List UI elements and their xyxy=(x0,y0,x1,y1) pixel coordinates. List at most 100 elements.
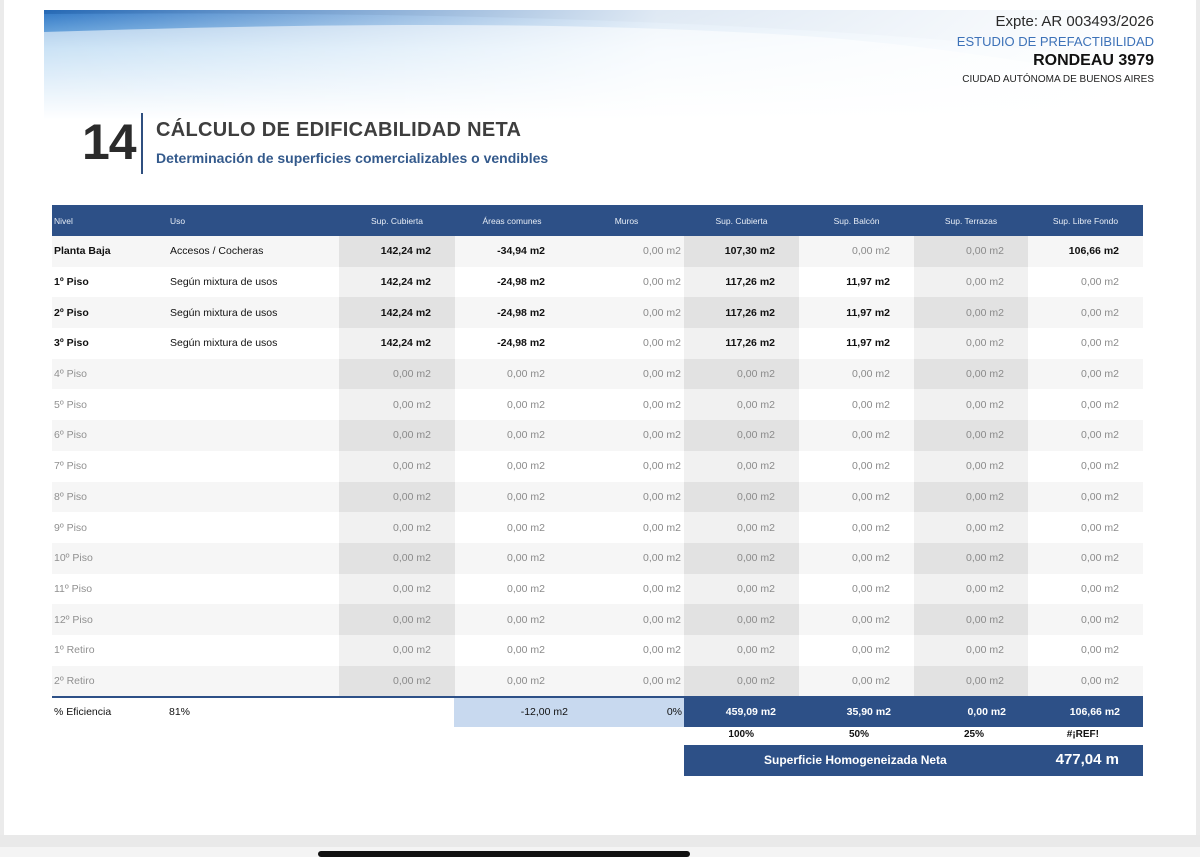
cell-areas-comunes: 0,00 m2 xyxy=(455,604,569,635)
cell-balcon: 0,00 m2 xyxy=(799,542,914,574)
cell-muros: 0,00 m2 xyxy=(569,328,684,359)
cell-uso xyxy=(168,512,339,543)
cell-terrazas: 0,00 m2 xyxy=(914,542,1028,574)
section-number: 14 xyxy=(82,114,137,170)
cell-libre-fondo: 0,00 m2 xyxy=(1028,297,1143,329)
section-title: CÁLCULO DE EDIFICABILIDAD NETA xyxy=(156,119,522,141)
cell-areas-comunes: 0,00 m2 xyxy=(455,420,569,451)
cell-areas-comunes: -24,98 m2 xyxy=(455,266,569,298)
cell-balcon: 0,00 m2 xyxy=(799,512,914,543)
cell-nivel: 7º Piso xyxy=(52,450,168,482)
cell-nivel: 4º Piso xyxy=(52,358,168,390)
total-terrazas: 0,00 m2 xyxy=(891,698,1006,727)
cell-muros: 0,00 m2 xyxy=(569,542,684,574)
table-row: 5º Piso 0,00 m2 0,00 m2 0,00 m2 0,00 m2 … xyxy=(52,389,1143,421)
cell-muros: 0,00 m2 xyxy=(569,297,684,329)
cell-terrazas: 0,00 m2 xyxy=(914,266,1028,298)
pct-terrazas: 25% xyxy=(963,729,984,740)
cell-muros: 0,00 m2 xyxy=(569,236,684,267)
cell-sup-cubierta-neta: 0,00 m2 xyxy=(684,420,799,451)
cell-libre-fondo: 0,00 m2 xyxy=(1028,573,1143,605)
cell-nivel: 9º Piso xyxy=(52,512,168,543)
cell-sup-cubierta: 142,24 m2 xyxy=(339,236,455,267)
pct-libre-fondo: #¡REF! xyxy=(1066,729,1099,740)
cell-muros: 0,00 m2 xyxy=(569,266,684,298)
pct-balcon: 50% xyxy=(848,729,869,740)
cell-libre-fondo: 0,00 m2 xyxy=(1028,450,1143,482)
cell-muros: 0,00 m2 xyxy=(569,512,684,543)
total-sup-cubierta: 459,09 m2 xyxy=(684,698,776,727)
cell-terrazas: 0,00 m2 xyxy=(914,634,1028,666)
cell-areas-comunes: 0,00 m2 xyxy=(455,542,569,574)
cell-balcon: 0,00 m2 xyxy=(799,450,914,482)
superficie-homogeneizada-value: 477,04 m xyxy=(1055,751,1119,768)
cell-sup-cubierta: 0,00 m2 xyxy=(339,542,455,574)
cell-muros: 0,00 m2 xyxy=(569,481,684,513)
col-header-muros: Muros xyxy=(569,205,684,236)
cell-balcon: 0,00 m2 xyxy=(799,481,914,513)
col-header-sup-libre-fondo: Sup. Libre Fondo xyxy=(1028,205,1143,236)
cell-libre-fondo: 0,00 m2 xyxy=(1028,358,1143,390)
cell-libre-fondo: 0,00 m2 xyxy=(1028,266,1143,298)
table-row: 10º Piso 0,00 m2 0,00 m2 0,00 m2 0,00 m2… xyxy=(52,542,1143,574)
cell-muros: 0,00 m2 xyxy=(569,450,684,482)
table-row: 9º Piso 0,00 m2 0,00 m2 0,00 m2 0,00 m2 … xyxy=(52,512,1143,543)
col-header-sup-balcon: Sup. Balcón xyxy=(799,205,914,236)
cell-terrazas: 0,00 m2 xyxy=(914,604,1028,635)
cell-balcon: 0,00 m2 xyxy=(799,236,914,267)
cell-nivel: 1º Retiro xyxy=(52,634,168,666)
cell-nivel: 5º Piso xyxy=(52,389,168,421)
cell-sup-cubierta-neta: 0,00 m2 xyxy=(684,450,799,482)
cell-uso xyxy=(168,481,339,513)
total-areas-comunes: -12,00 m2 xyxy=(520,706,568,718)
col-header-areas-comunes: Áreas comunes xyxy=(455,205,569,236)
cell-areas-comunes: 0,00 m2 xyxy=(455,573,569,605)
cell-sup-cubierta-neta: 0,00 m2 xyxy=(684,665,799,697)
cell-muros: 0,00 m2 xyxy=(569,573,684,605)
address-title: RONDEAU 3979 xyxy=(1033,52,1154,70)
cell-balcon: 0,00 m2 xyxy=(799,604,914,635)
cell-terrazas: 0,00 m2 xyxy=(914,358,1028,390)
cell-areas-comunes: 0,00 m2 xyxy=(455,634,569,666)
cell-nivel: 3º Piso xyxy=(52,328,168,359)
table-row: 7º Piso 0,00 m2 0,00 m2 0,00 m2 0,00 m2 … xyxy=(52,450,1143,482)
cell-terrazas: 0,00 m2 xyxy=(914,450,1028,482)
cell-sup-cubierta: 142,24 m2 xyxy=(339,266,455,298)
cell-sup-cubierta-neta: 0,00 m2 xyxy=(684,389,799,421)
cell-terrazas: 0,00 m2 xyxy=(914,512,1028,543)
cell-muros: 0,00 m2 xyxy=(569,420,684,451)
cell-balcon: 0,00 m2 xyxy=(799,420,914,451)
edificabilidad-table: Nivel Uso Sup. Cubierta Áreas comunes Mu… xyxy=(52,205,1143,697)
section-subtitle: Determinación de superficies comercializ… xyxy=(156,150,549,166)
table-header-row: Nivel Uso Sup. Cubierta Áreas comunes Mu… xyxy=(52,205,1143,236)
table-row: 4º Piso 0,00 m2 0,00 m2 0,00 m2 0,00 m2 … xyxy=(52,358,1143,390)
cell-balcon: 0,00 m2 xyxy=(799,389,914,421)
cell-sup-cubierta-neta: 0,00 m2 xyxy=(684,481,799,513)
cell-sup-cubierta-neta: 0,00 m2 xyxy=(684,604,799,635)
cell-sup-cubierta-neta: 0,00 m2 xyxy=(684,634,799,666)
total-row-end xyxy=(1120,698,1143,727)
home-indicator-bar[interactable] xyxy=(318,851,690,857)
cell-areas-comunes: 0,00 m2 xyxy=(455,665,569,697)
cell-sup-cubierta-neta: 117,26 m2 xyxy=(684,297,799,329)
cell-terrazas: 0,00 m2 xyxy=(914,236,1028,267)
cell-uso xyxy=(168,634,339,666)
cell-uso xyxy=(168,573,339,605)
cell-areas-comunes: -24,98 m2 xyxy=(455,297,569,329)
cell-balcon: 0,00 m2 xyxy=(799,358,914,390)
cell-uso xyxy=(168,450,339,482)
table-row: 3º Piso Según mixtura de usos 142,24 m2 … xyxy=(52,328,1143,359)
cell-sup-cubierta-neta: 0,00 m2 xyxy=(684,358,799,390)
total-areas-comunes-cell: -12,00 m2 xyxy=(454,698,568,727)
total-muros-cell: 0% xyxy=(568,698,684,727)
cell-balcon: 11,97 m2 xyxy=(799,297,914,329)
cell-uso xyxy=(168,665,339,697)
table-row: 12º Piso 0,00 m2 0,00 m2 0,00 m2 0,00 m2… xyxy=(52,604,1143,635)
table-row: 1º Piso Según mixtura de usos 142,24 m2 … xyxy=(52,266,1143,298)
cell-libre-fondo: 0,00 m2 xyxy=(1028,512,1143,543)
expediente-number: Expte: AR 003493/2026 xyxy=(995,13,1154,30)
cell-libre-fondo: 0,00 m2 xyxy=(1028,542,1143,574)
cell-libre-fondo: 0,00 m2 xyxy=(1028,420,1143,451)
city-label: CIUDAD AUTÓNOMA DE BUENOS AIRES xyxy=(962,74,1154,86)
section-divider xyxy=(141,113,143,174)
